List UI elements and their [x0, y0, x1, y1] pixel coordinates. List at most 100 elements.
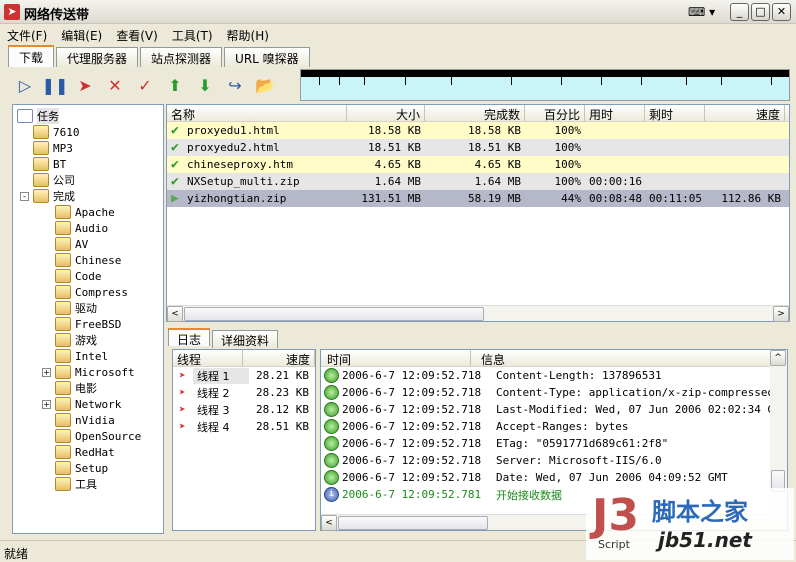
- tree-item[interactable]: FreeBSD: [55, 316, 121, 332]
- tree-item[interactable]: Audio: [55, 220, 108, 236]
- menu-item[interactable]: 帮助(H): [220, 26, 276, 45]
- menu-item[interactable]: 工具(T): [165, 26, 220, 45]
- thread-row[interactable]: ➤ 线程 2 28.23 KB: [173, 384, 315, 401]
- open-button[interactable]: ↪: [222, 72, 248, 98]
- table-row[interactable]: ✔ chineseproxy.htm 4.65 KB 4.65 KB 100%: [167, 156, 789, 173]
- folder-icon: [55, 413, 71, 427]
- cell-done: 4.65 KB: [474, 158, 521, 171]
- column-header[interactable]: 百分比: [525, 105, 585, 122]
- open-icon: ↪: [228, 75, 242, 95]
- table-row[interactable]: ✔ NXSetup_multi.zip 1.64 MB 1.64 MB 100% 00:0…: [167, 173, 789, 190]
- properties-button[interactable]: ✓: [132, 72, 158, 98]
- tab-1[interactable]: 代理服务器: [56, 47, 139, 67]
- tree-item[interactable]: RedHat: [55, 444, 115, 460]
- tree-item[interactable]: Network: [55, 396, 121, 412]
- graph-tick: [364, 77, 365, 85]
- tree-item[interactable]: Setup: [55, 460, 108, 476]
- tree-item[interactable]: nVidia: [55, 412, 115, 428]
- tree-item[interactable]: 7610: [33, 124, 80, 140]
- table-row[interactable]: ▶ yizhongtian.zip 131.51 MB 58.19 MB 44% 00:0…: [167, 190, 789, 207]
- scroll-up-button[interactable]: ^: [770, 350, 786, 366]
- move-up-button[interactable]: ⬆: [162, 72, 188, 98]
- tree-item[interactable]: 电影: [55, 380, 97, 396]
- new-task-button[interactable]: ➤: [72, 72, 98, 98]
- expand-toggle[interactable]: -: [20, 192, 29, 201]
- column-header[interactable]: 名称: [167, 105, 347, 122]
- tree-root[interactable]: 任务: [17, 108, 59, 124]
- delete-button[interactable]: ✕: [102, 72, 128, 98]
- task-icon: [17, 109, 33, 123]
- tab-2[interactable]: 站点探测器: [140, 47, 223, 67]
- pause-button[interactable]: ❚❚: [41, 72, 69, 98]
- scroll-left-button[interactable]: <: [167, 306, 183, 322]
- column-header[interactable]: 信息: [471, 350, 771, 367]
- tree-item[interactable]: Intel: [55, 348, 108, 364]
- log-row[interactable]: 2006-6-7 12:09:52.718 ETag: "0591771d689c…: [321, 435, 787, 452]
- scroll-left-button[interactable]: <: [321, 515, 337, 531]
- tab-3[interactable]: URL 嗅探器: [224, 47, 310, 67]
- thread-row[interactable]: ➤ 线程 4 28.51 KB: [173, 418, 315, 435]
- scroll-thumb[interactable]: [338, 516, 488, 530]
- tree-item[interactable]: Code: [55, 268, 102, 284]
- tree-item[interactable]: Compress: [55, 284, 128, 300]
- tree-label: Setup: [75, 461, 109, 475]
- column-header[interactable]: 速度: [705, 105, 785, 122]
- folder-button[interactable]: 📂: [252, 72, 278, 98]
- title-bar: ➤ 网络传送带 ⌨ ▾ _ □ ✕: [0, 0, 796, 24]
- column-header[interactable]: 时间: [321, 350, 471, 367]
- move-down-button[interactable]: ⬇: [192, 72, 218, 98]
- folder-icon: [55, 285, 71, 299]
- tree-item[interactable]: Chinese: [55, 252, 121, 268]
- maximize-button[interactable]: □: [751, 3, 770, 21]
- log-row[interactable]: 2006-6-7 12:09:52.718 Content-Length: 137…: [321, 367, 787, 384]
- tree-item[interactable]: 游戏: [55, 332, 97, 348]
- cell-percent: 100%: [554, 158, 582, 171]
- log-row[interactable]: 2006-6-7 12:09:52.718 Last-Modified: Wed,…: [321, 401, 787, 418]
- start-button[interactable]: ▷: [12, 72, 38, 98]
- horizontal-scrollbar[interactable]: < >: [167, 305, 789, 322]
- close-button[interactable]: ✕: [772, 3, 791, 21]
- detail-tab-0[interactable]: 日志: [168, 328, 211, 347]
- column-header[interactable]: 线程: [173, 350, 243, 367]
- tab-0[interactable]: 下载: [8, 45, 55, 67]
- menu-item[interactable]: 查看(V): [109, 26, 165, 45]
- scroll-thumb[interactable]: [184, 307, 484, 321]
- column-header[interactable]: 大小: [347, 105, 425, 122]
- menu-item[interactable]: 文件(F): [0, 26, 54, 45]
- tree-item[interactable]: Microsoft: [55, 364, 135, 380]
- table-row[interactable]: ✔ proxyedu2.html 18.51 KB 18.51 KB 100%: [167, 139, 789, 156]
- thread-speed: 28.23 KB: [256, 386, 309, 399]
- folder-icon: [55, 365, 71, 379]
- tree-item[interactable]: 完成: [33, 188, 75, 204]
- tree-item[interactable]: 驱动: [55, 300, 97, 316]
- tree-item[interactable]: MP3: [33, 140, 73, 156]
- tree-item[interactable]: BT: [33, 156, 66, 172]
- tree-item[interactable]: 公司: [33, 172, 75, 188]
- expand-toggle[interactable]: +: [42, 368, 51, 377]
- column-header[interactable]: 速度: [243, 350, 315, 367]
- detail-tab-1[interactable]: 详细资料: [212, 330, 279, 348]
- minimize-button[interactable]: _: [730, 3, 749, 21]
- thread-row[interactable]: ➤ 线程 3 28.12 KB: [173, 401, 315, 418]
- tree-item[interactable]: Apache: [55, 204, 115, 220]
- move-down-icon: ⬇: [198, 75, 212, 95]
- expand-toggle[interactable]: +: [42, 400, 51, 409]
- column-header[interactable]: 用时: [585, 105, 645, 122]
- log-row[interactable]: 2006-6-7 12:09:52.718 Server: Microsoft-I…: [321, 452, 787, 469]
- tree-item[interactable]: AV: [55, 236, 88, 252]
- table-row[interactable]: ✔ proxyedu1.html 18.58 KB 18.58 KB 100%: [167, 122, 789, 139]
- log-row[interactable]: 2006-6-7 12:09:52.718 Date: Wed, 07 Jun 2…: [321, 469, 787, 486]
- cell-name: proxyedu2.html: [187, 141, 280, 154]
- watermark-script: Script: [598, 538, 630, 551]
- column-header[interactable]: 完成数: [425, 105, 525, 122]
- scroll-right-button[interactable]: >: [773, 306, 789, 322]
- column-header[interactable]: 剩时: [645, 105, 705, 122]
- thread-row[interactable]: ➤ 线程 1 28.21 KB: [173, 367, 315, 384]
- dropdown-icon[interactable]: ⌨ ▾: [688, 5, 715, 19]
- log-row[interactable]: 2006-6-7 12:09:52.718 Content-Type: appli…: [321, 384, 787, 401]
- pause-icon: ❚❚: [41, 75, 69, 95]
- tree-item[interactable]: OpenSource: [55, 428, 141, 444]
- menu-item[interactable]: 编辑(E): [54, 26, 109, 45]
- log-row[interactable]: 2006-6-7 12:09:52.718 Accept-Ranges: byte…: [321, 418, 787, 435]
- tree-item[interactable]: 工具: [55, 476, 97, 492]
